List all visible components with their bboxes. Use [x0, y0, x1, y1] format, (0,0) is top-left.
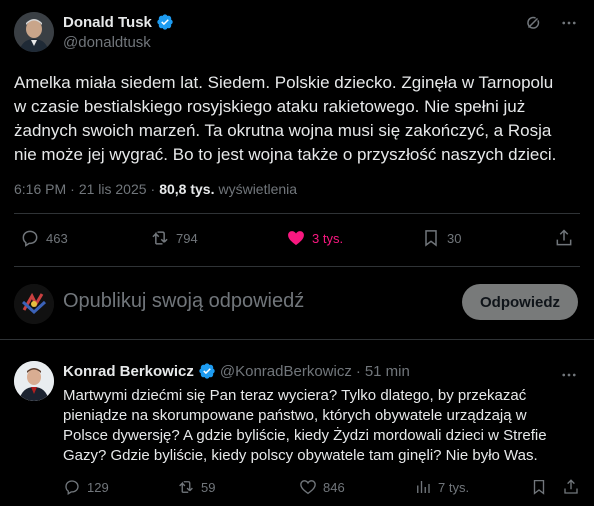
author-avatar[interactable]: [14, 12, 54, 52]
header-separator: ·: [355, 362, 361, 380]
divider: [14, 266, 580, 267]
comment-like-button[interactable]: 846: [299, 478, 345, 496]
bookmark-button[interactable]: 30: [421, 228, 461, 248]
like-icon: [300, 480, 316, 495]
reply-button[interactable]: 463: [20, 228, 68, 248]
comment-reply-count: 129: [87, 479, 109, 495]
verified-badge-icon: [157, 14, 173, 30]
reply-composer: Opublikuj swoją odpowiedź Odpowiedz: [0, 272, 594, 334]
share-icon: [556, 229, 572, 246]
repost-icon: [179, 481, 193, 493]
more-icon[interactable]: [560, 14, 578, 32]
post-text: Amelka miała siedem lat. Siedem. Polskie…: [14, 73, 557, 164]
more-icon: [562, 373, 576, 377]
bookmark-icon: [533, 479, 545, 495]
post-action-bar: 463 794 3 tys. 30: [14, 228, 580, 256]
comment-bookmark-button[interactable]: [530, 478, 548, 496]
comment-repost-button[interactable]: 59: [177, 478, 215, 496]
author-name-row[interactable]: Donald Tusk: [63, 13, 174, 31]
commenter-header: Konrad Berkowicz @KonradBerkowicz · 51 m…: [63, 362, 410, 380]
verified-badge-icon: [199, 363, 215, 379]
current-user-avatar[interactable]: [14, 284, 54, 324]
comment-views-count: 7 tys.: [438, 479, 470, 495]
post-time[interactable]: 6:16 PM: [14, 181, 66, 197]
views-label: wyświetlenia: [218, 181, 298, 197]
like-icon: [288, 231, 304, 246]
reply-count: 463: [46, 230, 68, 246]
meta-separator: ·: [150, 181, 156, 197]
commenter-handle[interactable]: @KonradBerkowicz: [220, 363, 352, 380]
comment-views-button[interactable]: 7 tys.: [414, 478, 469, 496]
reply-icon: [22, 230, 38, 247]
commenter-avatar-image: [14, 361, 54, 401]
comment-time[interactable]: 51 min: [365, 363, 410, 380]
divider: [14, 213, 580, 214]
commenter-name[interactable]: Konrad Berkowicz: [63, 363, 194, 380]
comment-text: Martwymi dziećmi się Pan teraz wyciera? …: [63, 387, 547, 464]
repost-count: 794: [176, 230, 198, 246]
share-button[interactable]: [554, 228, 574, 248]
commenter-avatar[interactable]: [14, 361, 54, 401]
repost-icon: [152, 231, 168, 245]
bookmark-icon: [425, 230, 437, 247]
reply-comment[interactable]: Konrad Berkowicz @KonradBerkowicz · 51 m…: [0, 348, 594, 506]
comment-reply-button[interactable]: 129: [63, 478, 109, 496]
like-count: 3 tys.: [312, 230, 344, 246]
repost-button[interactable]: 794: [150, 228, 198, 248]
bookmark-count: 30: [447, 230, 462, 246]
author-handle[interactable]: @donaldtusk: [63, 34, 151, 51]
grok-icon[interactable]: [524, 14, 542, 32]
like-button[interactable]: 3 tys.: [286, 228, 343, 248]
reply-icon: [65, 480, 79, 495]
reply-input[interactable]: Opublikuj swoją odpowiedź: [63, 290, 304, 313]
divider: [0, 339, 594, 340]
views-icon: [417, 481, 430, 493]
post-top-actions: [524, 14, 578, 32]
comment-share-button[interactable]: [562, 478, 580, 496]
reply-submit-button[interactable]: Odpowiedz: [462, 284, 578, 320]
post-meta: 6:16 PM · 21 lis 2025 · 80,8 tys. wyświe…: [14, 181, 297, 197]
comment-action-bar: 129 59 846 7 tys.: [63, 478, 580, 498]
comment-like-count: 846: [323, 479, 345, 495]
author-avatar-image: [14, 12, 54, 52]
share-icon: [564, 479, 578, 494]
author-name[interactable]: Donald Tusk: [63, 14, 152, 31]
current-user-avatar-image: [14, 284, 54, 324]
post-date[interactable]: 21 lis 2025: [79, 181, 147, 197]
meta-separator: ·: [70, 181, 75, 197]
views-count: 80,8 tys.: [159, 181, 215, 197]
comment-repost-count: 59: [201, 479, 216, 495]
